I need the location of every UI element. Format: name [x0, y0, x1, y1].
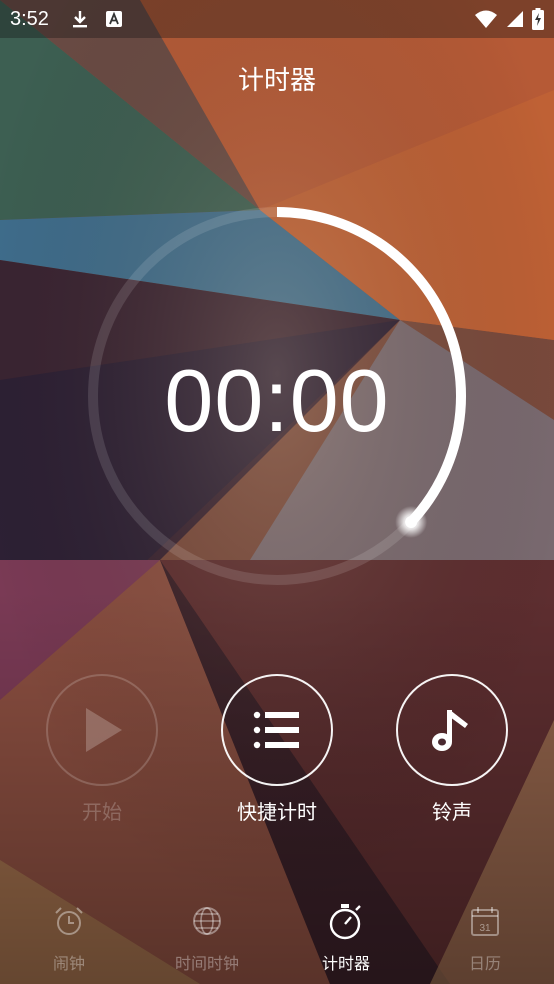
ringtone-label: 铃声	[432, 800, 472, 824]
nav-label-timer: 计时器	[321, 954, 370, 973]
nav-item-alarm[interactable]: 闹钟	[0, 898, 138, 984]
calendar-icon: 31	[471, 907, 499, 936]
stopwatch-icon	[329, 904, 361, 940]
quick-timer-button[interactable]	[221, 674, 333, 786]
nav-label-world-clock: 时间时钟	[174, 954, 239, 973]
alarm-clock-icon	[55, 907, 83, 935]
list-icon	[253, 711, 299, 749]
bottom-nav: 闹钟 时间时钟 计时器 31 日历	[0, 898, 554, 984]
calendar-icon-day: 31	[479, 923, 491, 934]
nav-item-timer[interactable]: 计时器	[277, 898, 415, 984]
nav-item-calendar[interactable]: 31 日历	[416, 898, 554, 984]
music-note-icon	[432, 710, 468, 751]
globe-icon	[193, 907, 221, 935]
start-label: 开始	[82, 800, 122, 824]
nav-label-calendar: 日历	[468, 954, 501, 973]
play-icon	[86, 708, 122, 752]
ringtone-button[interactable]	[396, 674, 508, 786]
timer-handle[interactable]	[405, 515, 418, 528]
timer-dial[interactable]: 00:00	[0, 0, 554, 984]
nav-label-alarm: 闹钟	[52, 954, 85, 973]
quick-timer-label: 快捷计时	[237, 800, 317, 824]
timer-display: 00:00	[164, 351, 390, 450]
start-button[interactable]	[46, 674, 158, 786]
nav-item-world-clock[interactable]: 时间时钟	[138, 898, 276, 984]
